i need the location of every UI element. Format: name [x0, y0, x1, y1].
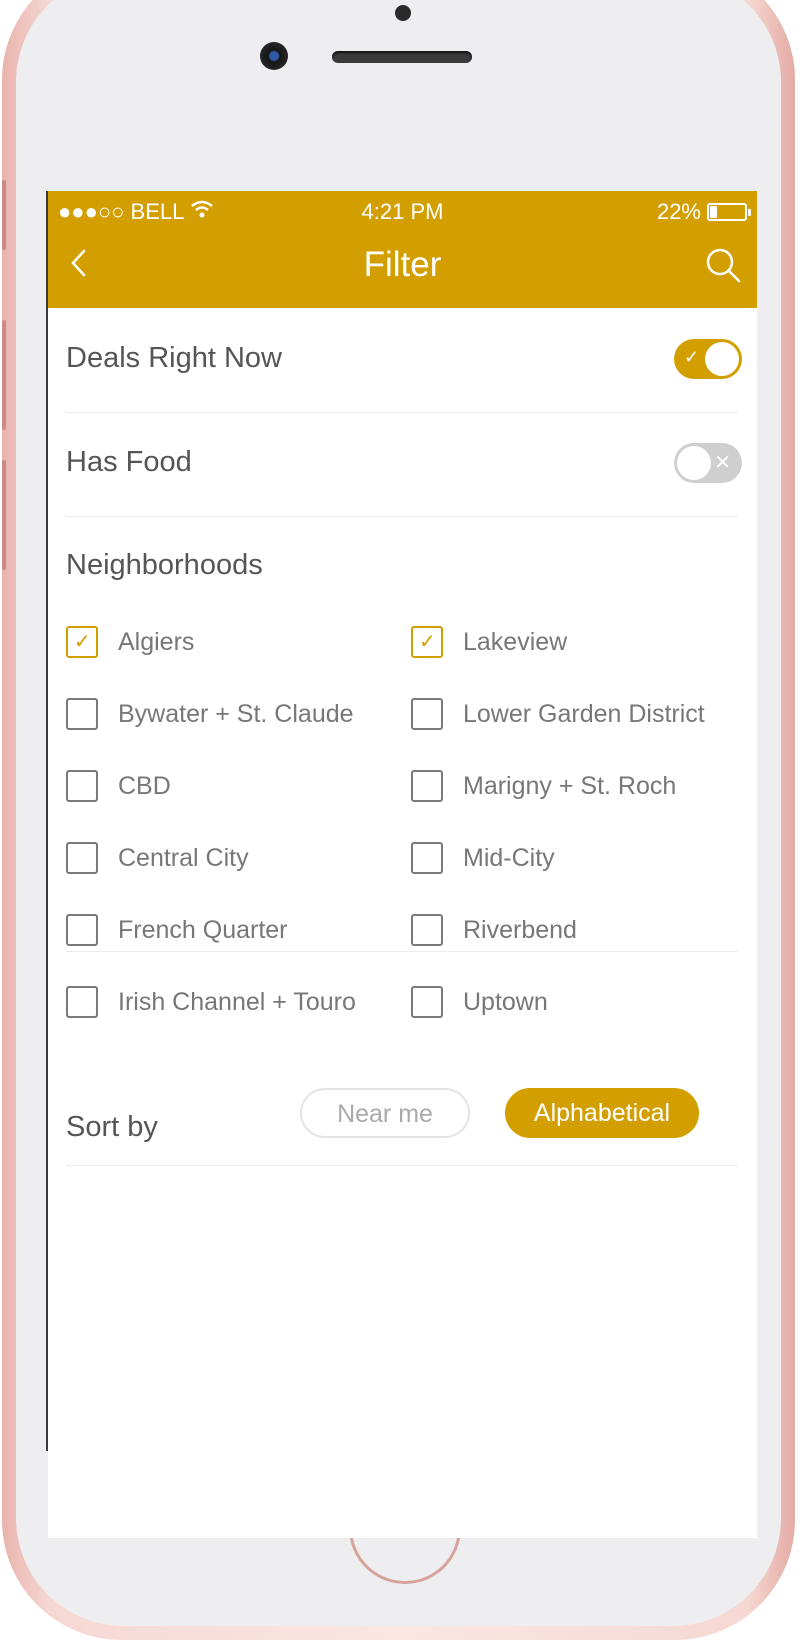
neighborhood-label: CBD: [118, 771, 171, 800]
checkbox-icon[interactable]: [66, 914, 98, 946]
front-camera: [260, 42, 288, 70]
checkbox-icon[interactable]: [411, 842, 443, 874]
checkbox-checked-icon[interactable]: [411, 626, 443, 658]
neighborhood-label: Uptown: [463, 987, 548, 1016]
checkbox-icon[interactable]: [66, 698, 98, 730]
neighborhood-checkbox-item[interactable]: Marigny + St. Roch: [411, 766, 676, 806]
neighborhood-label: Marigny + St. Roch: [463, 771, 677, 800]
toggle-knob: [705, 342, 739, 376]
food-toggle[interactable]: ✕: [674, 443, 742, 483]
checkbox-icon[interactable]: [411, 698, 443, 730]
sort-near-me-button[interactable]: Near me: [300, 1088, 470, 1138]
neighborhood-checkbox-item[interactable]: Central City: [66, 838, 249, 878]
toggle-knob: [677, 446, 711, 480]
neighborhood-checkbox-item[interactable]: CBD: [66, 766, 171, 806]
deals-row: Deals Right Now ✓: [66, 308, 742, 413]
status-bar: ●●●○○ BELL 4:21 PM 22%: [48, 199, 757, 229]
checkbox-icon[interactable]: [411, 914, 443, 946]
neighborhood-label: Riverbend: [463, 915, 577, 944]
app-header: ●●●○○ BELL 4:21 PM 22% Filter: [48, 191, 757, 308]
volume-up-button: [2, 320, 6, 430]
neighborhood-label: Algiers: [118, 627, 195, 656]
checkbox-icon[interactable]: [66, 842, 98, 874]
neighborhood-label: Bywater + St. Claude: [118, 699, 354, 728]
neighborhood-label: Mid-City: [463, 843, 555, 872]
neighborhood-checkbox-item[interactable]: Riverbend: [411, 910, 577, 950]
neighborhood-checkbox-item[interactable]: Lakeview: [411, 622, 567, 662]
checkbox-checked-icon[interactable]: [66, 626, 98, 658]
neighborhood-label: French Quarter: [118, 915, 288, 944]
deals-toggle[interactable]: ✓: [674, 339, 742, 379]
toggle-mark-icon: ✕: [714, 452, 731, 474]
neighborhood-label: Irish Channel + Touro: [118, 987, 356, 1016]
food-label: Has Food: [66, 446, 192, 478]
neighborhood-label: Lower Garden District: [463, 699, 705, 728]
neighborhood-label: Central City: [118, 843, 249, 872]
neighborhood-checkbox-item[interactable]: Algiers: [66, 622, 194, 662]
checkbox-icon[interactable]: [66, 986, 98, 1018]
status-time: 4:21 PM: [361, 199, 444, 224]
checkbox-icon[interactable]: [66, 770, 98, 802]
divider: [66, 951, 738, 952]
page-title: Filter: [363, 245, 442, 284]
volume-down-button: [2, 460, 6, 570]
divider: [66, 1165, 738, 1166]
sort-label: Sort by: [66, 1111, 158, 1143]
battery-percent: 22%: [656, 199, 701, 224]
deals-label: Deals Right Now: [66, 342, 282, 374]
sort-alphabetical-button[interactable]: Alphabetical: [505, 1088, 699, 1138]
neighborhood-checkbox-item[interactable]: Mid-City: [411, 838, 555, 878]
earpiece-speaker: [332, 51, 472, 63]
neighborhood-label: Lakeview: [463, 627, 568, 656]
checkbox-icon[interactable]: [411, 986, 443, 1018]
battery-icon: [707, 203, 751, 221]
neighborhoods-title: Neighborhoods: [66, 549, 263, 581]
mute-switch: [2, 180, 6, 250]
search-button[interactable]: [701, 243, 745, 287]
search-icon: [706, 248, 741, 283]
neighborhood-checkbox-item[interactable]: Bywater + St. Claude: [66, 694, 354, 734]
app-screen: ●●●○○ BELL 4:21 PM 22% Filter Deals Righ…: [48, 191, 757, 1538]
neighborhood-checkbox-item[interactable]: Lower Garden District: [411, 694, 705, 734]
proximity-sensor: [395, 5, 411, 21]
neighborhood-checkbox-item[interactable]: Irish Channel + Touro: [66, 982, 356, 1022]
food-row: Has Food ✕: [66, 412, 742, 517]
neighborhood-checkbox-item[interactable]: Uptown: [411, 982, 548, 1022]
checkbox-icon[interactable]: [411, 770, 443, 802]
neighborhood-checkbox-item[interactable]: French Quarter: [66, 910, 288, 950]
toggle-mark-icon: ✓: [684, 347, 700, 367]
